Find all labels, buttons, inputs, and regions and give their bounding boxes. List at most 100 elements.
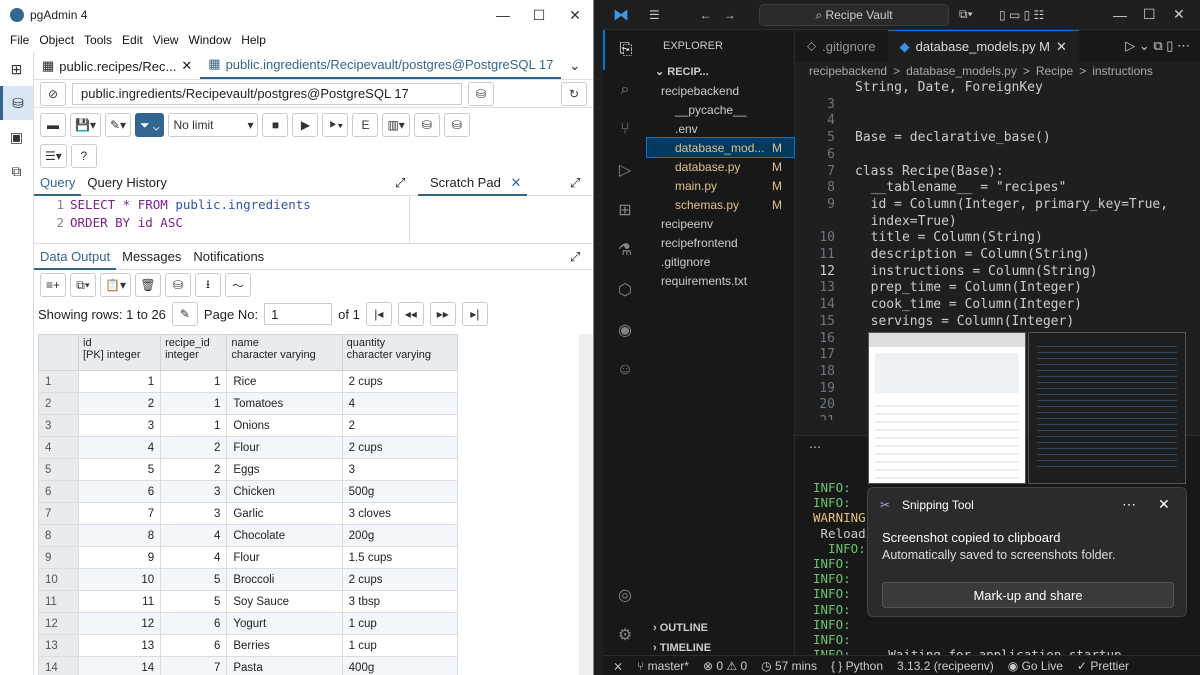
remote-icon[interactable]: ⨯ bbox=[613, 659, 623, 673]
menu-icon[interactable]: ☰ bbox=[649, 8, 660, 22]
file-tree-item[interactable]: .env bbox=[647, 119, 794, 138]
github-icon[interactable]: ◉ bbox=[603, 310, 647, 350]
edit-icon[interactable]: ✎▾ bbox=[104, 113, 132, 137]
open-file-icon[interactable]: ▬ bbox=[40, 113, 66, 137]
minimize-icon[interactable]: — bbox=[485, 7, 521, 24]
table-row[interactable]: 11 11 5 Soy Sauce 3 tbsp bbox=[38, 590, 459, 613]
table-cell[interactable]: 1 bbox=[160, 370, 228, 393]
file-tree-item[interactable]: __pycache__ bbox=[647, 100, 794, 119]
column-header[interactable]: id [PK] integer bbox=[77, 334, 162, 371]
table-cell[interactable]: 3 bbox=[341, 458, 459, 481]
paste-icon[interactable]: 📋▾ bbox=[100, 273, 131, 297]
table-row[interactable]: 5 5 2 Eggs 3 bbox=[38, 458, 459, 481]
limit-select[interactable]: No limit ▾ bbox=[168, 113, 259, 137]
table-cell[interactable]: 9 bbox=[77, 546, 162, 569]
table-row[interactable]: 6 6 3 Chicken 500g bbox=[38, 480, 459, 503]
file-tree-item[interactable]: recipebackend bbox=[647, 81, 794, 100]
sql-code[interactable]: SELECT * FROM public.ingredients ORDER BY… bbox=[70, 196, 410, 243]
code-line[interactable]: id = Column(Integer, primary_key=True, bbox=[855, 197, 1168, 214]
table-cell[interactable]: 5 bbox=[160, 590, 228, 613]
file-tree-item[interactable]: main.py M bbox=[647, 176, 794, 195]
file-tree-item[interactable]: schemas.py M bbox=[647, 195, 794, 214]
table-cell[interactable]: 1.5 cups bbox=[341, 546, 459, 569]
menu-tools[interactable]: Tools bbox=[84, 33, 112, 47]
query-tool-icon[interactable]: ⛁ bbox=[0, 86, 33, 120]
table-cell[interactable]: Yogurt bbox=[226, 612, 343, 635]
table-cell[interactable]: Flour bbox=[226, 436, 343, 459]
expand-icon[interactable]: ⤢ bbox=[389, 175, 411, 191]
table-cell[interactable]: 10 bbox=[77, 568, 162, 591]
table-cell[interactable]: 7 bbox=[160, 656, 228, 675]
commit-icon[interactable]: ⛁ bbox=[413, 113, 440, 137]
table-cell[interactable]: 5 bbox=[160, 568, 228, 591]
sql-line[interactable]: SELECT * FROM public.ingredients bbox=[70, 196, 409, 214]
table-cell[interactable]: 200g bbox=[341, 524, 459, 547]
rollback-icon[interactable]: ⛁ bbox=[443, 113, 470, 137]
row-number[interactable]: 9 bbox=[38, 546, 79, 569]
tab-recipes[interactable]: ▦ public.recipes/Rec... ✕ bbox=[34, 53, 200, 79]
table-cell[interactable]: 3 bbox=[77, 414, 162, 437]
table-cell[interactable]: 3 bbox=[160, 480, 228, 503]
edit-pencil-icon[interactable]: ✎ bbox=[171, 302, 198, 326]
source-control-icon[interactable]: ⑂ bbox=[603, 110, 647, 150]
close-icon[interactable]: ✕ bbox=[1158, 496, 1170, 513]
row-number[interactable]: 6 bbox=[38, 480, 79, 503]
save-data-icon[interactable]: ⛁ bbox=[164, 273, 191, 297]
table-cell[interactable]: 6 bbox=[160, 612, 228, 635]
mark-up-and-share-button[interactable]: Mark-up and share bbox=[882, 582, 1174, 608]
scrollbar[interactable] bbox=[579, 334, 593, 675]
code-line[interactable]: Base = declarative_base() bbox=[855, 130, 1051, 147]
maximize-icon[interactable]: ☐ bbox=[521, 7, 557, 24]
help-icon[interactable]: ? bbox=[70, 144, 97, 168]
connection-status-icon[interactable]: ⊘ bbox=[40, 81, 66, 106]
table-row[interactable]: 13 13 6 Berries 1 cup bbox=[38, 634, 459, 657]
breadcrumb-item[interactable]: recipebackend bbox=[809, 64, 887, 78]
more-icon[interactable]: ⋯ bbox=[809, 440, 821, 454]
prev-page-icon[interactable]: ◂◂ bbox=[397, 302, 424, 326]
code-line[interactable]: __tablename__ = "recipes" bbox=[855, 180, 1067, 197]
explain-analyze-icon[interactable]: ▥▾ bbox=[382, 113, 410, 137]
table-cell[interactable]: Flour bbox=[226, 546, 343, 569]
table-cell[interactable]: Pasta bbox=[226, 656, 343, 675]
table-cell[interactable]: 400g bbox=[341, 656, 459, 675]
row-number[interactable]: 7 bbox=[38, 502, 79, 525]
file-tree-item[interactable]: requirements.txt bbox=[647, 271, 794, 290]
table-row[interactable]: 3 3 1 Onions 2 bbox=[38, 414, 459, 437]
table-row[interactable]: 8 8 4 Chocolate 200g bbox=[38, 524, 459, 547]
row-number[interactable]: 2 bbox=[38, 392, 79, 415]
copy-icon[interactable]: ⧉▾ bbox=[70, 273, 96, 297]
outline-section[interactable]: › OUTLINE bbox=[647, 618, 708, 637]
code-line[interactable]: title = Column(String) bbox=[855, 230, 1043, 247]
sql-line[interactable]: ORDER BY id ASC bbox=[70, 214, 409, 232]
close-icon[interactable]: ✕ bbox=[181, 58, 192, 74]
delete-icon[interactable]: 🗑 bbox=[134, 273, 161, 297]
table-cell[interactable]: 4 bbox=[160, 546, 228, 569]
table-cell[interactable]: Eggs bbox=[226, 458, 343, 481]
explain-icon[interactable]: E bbox=[352, 113, 379, 137]
expand-icon[interactable]: ⤢ bbox=[564, 175, 586, 191]
stop-icon[interactable]: ■ bbox=[262, 113, 289, 137]
row-number[interactable]: 3 bbox=[38, 414, 79, 437]
run-icon[interactable]: ▷ ⌄ ⧉ ▯ ⋯ bbox=[1125, 38, 1190, 54]
table-row[interactable]: 14 14 7 Pasta 400g bbox=[38, 656, 459, 675]
menu-help[interactable]: Help bbox=[241, 33, 266, 47]
table-cell[interactable]: 6 bbox=[77, 480, 162, 503]
column-header[interactable]: name character varying bbox=[226, 334, 343, 371]
table-cell[interactable]: 11 bbox=[77, 590, 162, 613]
format-sql-icon[interactable]: ☰▾ bbox=[40, 144, 67, 168]
time-status[interactable]: ◷ 57 mins bbox=[761, 659, 817, 673]
table-cell[interactable]: 5 bbox=[77, 458, 162, 481]
table-cell[interactable]: 1 bbox=[160, 392, 228, 415]
copilot-chat-icon[interactable]: ☺ bbox=[603, 350, 647, 390]
table-row[interactable]: 12 12 6 Yogurt 1 cup bbox=[38, 612, 459, 635]
table-cell[interactable]: 4 bbox=[77, 436, 162, 459]
menu-file[interactable]: File bbox=[10, 33, 29, 47]
schema-diff-icon[interactable]: ⧉ bbox=[0, 154, 33, 188]
table-cell[interactable]: 4 bbox=[160, 524, 228, 547]
close-icon[interactable]: ✕ bbox=[1173, 6, 1185, 23]
code-line[interactable]: prep_time = Column(Integer) bbox=[855, 280, 1082, 297]
table-cell[interactable]: Tomatoes bbox=[226, 392, 343, 415]
file-tree-item[interactable]: database.py M bbox=[647, 157, 794, 176]
code-line[interactable]: servings = Column(Integer) bbox=[855, 314, 1075, 331]
testing-icon[interactable]: ⚗ bbox=[603, 230, 647, 270]
